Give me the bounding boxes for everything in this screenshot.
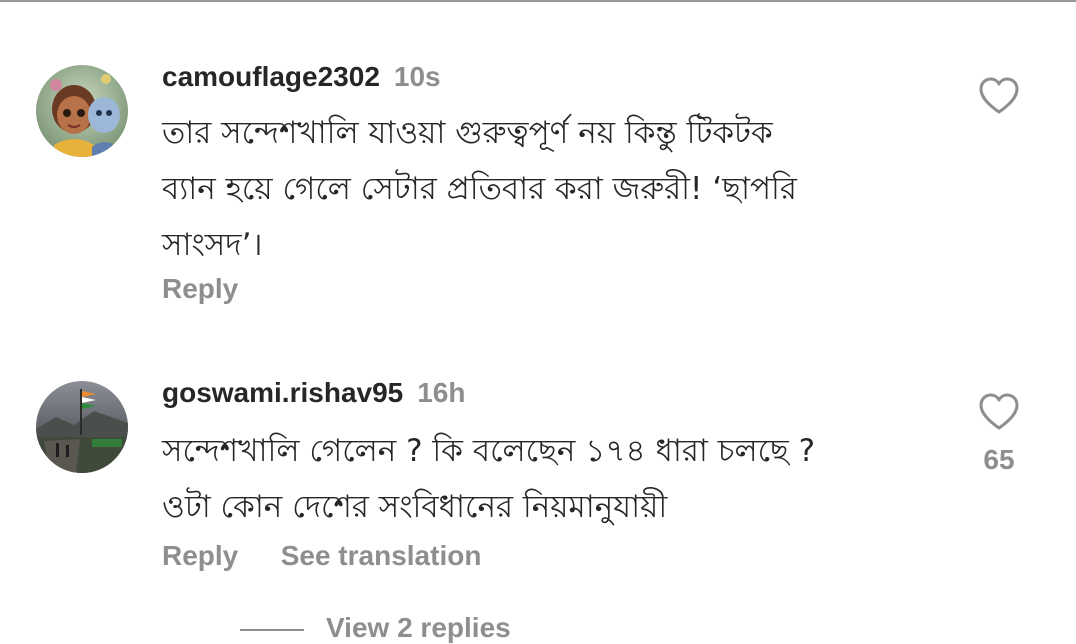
avatar[interactable]: [36, 381, 128, 473]
comment-header: goswami.rishav95 16h: [162, 377, 465, 409]
heart-outline-icon[interactable]: [978, 392, 1020, 432]
comment-line: সন্দেশখালি গেলেন ? কি বলেছেন ১৭৪ ধারা চল…: [162, 433, 816, 469]
reply-button[interactable]: Reply: [162, 540, 238, 571]
profile-avatar-photo-icon: [36, 381, 128, 473]
comment-actions: Reply See translation: [162, 540, 519, 572]
view-replies-divider: [240, 628, 304, 631]
username[interactable]: goswami.rishav95: [162, 377, 403, 408]
comment-text: সন্দেশখালি গেলেন ? কি বলেছেন ১৭৪ ধারা চল…: [162, 423, 815, 535]
comment-item: goswami.rishav95 16h সন্দেশখালি গেলেন ? ক…: [0, 0, 1076, 624]
comment-line: ওটা কোন দেশের সংবিধানের নিয়মানুযায়ী: [162, 489, 668, 525]
like-count: 65: [983, 444, 1015, 475]
timestamp: 16h: [417, 377, 466, 408]
view-replies-label: View 2 replies: [326, 612, 511, 643]
see-translation-button[interactable]: See translation: [281, 540, 482, 571]
view-replies-button[interactable]: View 2 replies: [240, 612, 511, 644]
